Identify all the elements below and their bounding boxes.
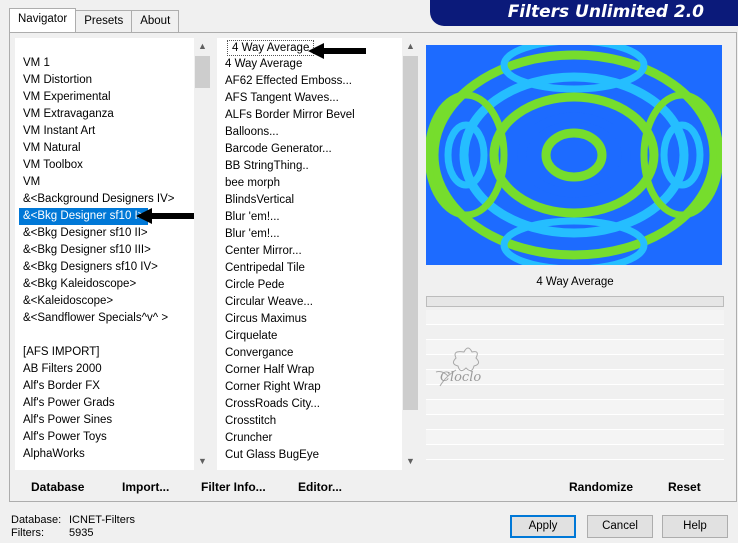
database-button[interactable]: Database bbox=[31, 480, 84, 494]
param-row bbox=[426, 415, 724, 430]
param-row bbox=[426, 310, 724, 325]
category-list-item[interactable]: [AFS IMPORT] bbox=[15, 344, 194, 361]
scroll-thumb[interactable] bbox=[195, 56, 210, 88]
filter-list-item[interactable]: AFS Tangent Waves... bbox=[217, 90, 402, 107]
category-list-item[interactable]: VM Instant Art bbox=[15, 123, 194, 140]
category-items: VM 1 VM Distortion VM Experimental VM Extra… bbox=[15, 38, 194, 463]
filter-list[interactable]: 4 Way Average 4 Way Average AF62 Effected … bbox=[217, 38, 419, 470]
scroll-up-arrow-icon[interactable]: ▲ bbox=[194, 38, 211, 55]
tab-presets[interactable]: Presets bbox=[75, 10, 133, 32]
category-list[interactable]: VM 1 VM Distortion VM Experimental VM Extra… bbox=[15, 38, 211, 470]
filter-items: 4 Way Average 4 Way Average AF62 Effected … bbox=[217, 38, 402, 464]
filter-list-item[interactable]: Convergance bbox=[217, 345, 402, 362]
category-list-item[interactable]: VM Toolbox bbox=[15, 157, 194, 174]
category-list-item[interactable]: &<Bkg Designers sf10 IV> bbox=[15, 259, 194, 276]
filter-list-item[interactable]: bee morph bbox=[217, 175, 402, 192]
category-list-item[interactable]: VM 1 bbox=[15, 55, 194, 72]
pointer-arrow-icon bbox=[308, 43, 366, 59]
filter-list-item[interactable]: AF62 Effected Emboss... bbox=[217, 73, 402, 90]
category-list-item[interactable]: Alf's Border FX bbox=[15, 378, 194, 395]
reset-button[interactable]: Reset bbox=[668, 480, 701, 494]
tab-navigator[interactable]: Navigator bbox=[9, 8, 77, 32]
filter-list-item[interactable]: Corner Right Wrap bbox=[217, 379, 402, 396]
status-area: Database: ICNET-Filters Filters: 5935 bbox=[11, 514, 135, 540]
category-list-item[interactable]: AB Filters 2000 bbox=[15, 361, 194, 378]
preview-filter-name: 4 Way Average bbox=[536, 276, 614, 288]
category-list-item[interactable]: &<Bkg Kaleidoscope> bbox=[15, 276, 194, 293]
pointer-arrow-icon bbox=[136, 208, 194, 224]
filter-list-item[interactable]: Cirquelate bbox=[217, 328, 402, 345]
filters-count-label: Filters: bbox=[11, 527, 44, 539]
param-row bbox=[426, 325, 724, 340]
database-value: ICNET-Filters bbox=[69, 514, 135, 526]
filter-list-item[interactable]: Crosstitch bbox=[217, 413, 402, 430]
category-list-item[interactable]: VM bbox=[15, 174, 194, 191]
category-scrollbar[interactable]: ▲ ▼ bbox=[194, 38, 211, 470]
filter-list-item[interactable]: Cut Glass BugEye bbox=[217, 447, 402, 464]
list-toolbar: Database Import... Filter Info... Editor… bbox=[16, 473, 418, 498]
filter-list-item[interactable]: Circus Maximus bbox=[217, 311, 402, 328]
help-button[interactable]: Help bbox=[662, 515, 728, 538]
category-list-item[interactable]: Alf's Power Sines bbox=[15, 412, 194, 429]
param-row bbox=[426, 445, 724, 460]
filter-list-item[interactable]: ALFs Border Mirror Bevel bbox=[217, 107, 402, 124]
apply-button[interactable]: Apply bbox=[510, 515, 576, 538]
watermark-text: Cloclo bbox=[440, 370, 482, 385]
filter-list-item[interactable]: Centripedal Tile bbox=[217, 260, 402, 277]
param-row bbox=[426, 400, 724, 415]
import-button[interactable]: Import... bbox=[122, 480, 169, 494]
scroll-thumb[interactable] bbox=[403, 56, 418, 410]
filter-list-item[interactable]: Cruncher bbox=[217, 430, 402, 447]
category-list-item[interactable]: &<Sandflower Specials^v^ > bbox=[15, 310, 194, 327]
editor-button[interactable]: Editor... bbox=[298, 480, 342, 494]
category-list-item[interactable]: &<Bkg Designer sf10 III> bbox=[15, 242, 194, 259]
category-list-item[interactable]: VM Natural bbox=[15, 140, 194, 157]
category-list-item[interactable]: &<Bkg Designer sf10 I> bbox=[19, 208, 149, 225]
category-list-item[interactable]: &<Kaleidoscope> bbox=[15, 293, 194, 310]
filter-list-item[interactable]: BB StringThing.. bbox=[217, 158, 402, 175]
scroll-down-arrow-icon[interactable]: ▼ bbox=[194, 453, 211, 470]
param-row bbox=[426, 430, 724, 445]
tab-bar: Navigator Presets About bbox=[9, 8, 180, 32]
category-list-item[interactable]: &<Background Designers IV> bbox=[15, 191, 194, 208]
scroll-up-arrow-icon[interactable]: ▲ bbox=[402, 38, 419, 55]
tab-about[interactable]: About bbox=[131, 10, 180, 32]
database-label: Database: bbox=[11, 514, 62, 526]
category-list-item[interactable]: Alf's Power Grads bbox=[15, 395, 194, 412]
filter-list-item[interactable]: Barcode Generator... bbox=[217, 141, 402, 158]
category-list-item[interactable]: VM Extravaganza bbox=[15, 106, 194, 123]
filter-list-item[interactable]: Balloons... bbox=[217, 124, 402, 141]
banner-title: Filters Unlimited 2.0 bbox=[507, 2, 704, 22]
cancel-button[interactable]: Cancel bbox=[587, 515, 653, 538]
progress-bar bbox=[426, 296, 724, 307]
category-list-item[interactable]: &<Bkg Designer sf10 II> bbox=[15, 225, 194, 242]
category-list-item[interactable]: AlphaWorks bbox=[15, 446, 194, 463]
filter-list-item[interactable]: CrossRoads City... bbox=[217, 396, 402, 413]
filter-list-item[interactable]: Blur 'em!... bbox=[217, 226, 402, 243]
randomize-button[interactable]: Randomize bbox=[569, 480, 633, 494]
filter-list-item[interactable]: Circular Weave... bbox=[217, 294, 402, 311]
filter-info-button[interactable]: Filter Info... bbox=[201, 480, 266, 494]
filter-scrollbar[interactable]: ▲ ▼ bbox=[402, 38, 419, 470]
filter-list-item[interactable]: Blur 'em!... bbox=[217, 209, 402, 226]
filter-list-item[interactable]: 4 Way Average bbox=[227, 40, 315, 56]
scroll-down-arrow-icon[interactable]: ▼ bbox=[402, 453, 419, 470]
parameter-area bbox=[426, 310, 724, 470]
category-list-item[interactable]: VM Experimental bbox=[15, 89, 194, 106]
filters-count-value: 5935 bbox=[69, 527, 94, 539]
category-list-item[interactable]: Alf's Power Toys bbox=[15, 429, 194, 446]
filter-list-item[interactable]: Corner Half Wrap bbox=[217, 362, 402, 379]
category-list-item[interactable]: VM Distortion bbox=[15, 72, 194, 89]
title-banner: Filters Unlimited 2.0 bbox=[430, 0, 738, 26]
filter-list-item[interactable]: Center Mirror... bbox=[217, 243, 402, 260]
filter-list-item[interactable]: Circle Pede bbox=[217, 277, 402, 294]
filter-list-item[interactable]: BlindsVertical bbox=[217, 192, 402, 209]
filter-preview-image bbox=[426, 45, 722, 265]
preview-toolbar: Randomize Reset bbox=[426, 473, 724, 498]
